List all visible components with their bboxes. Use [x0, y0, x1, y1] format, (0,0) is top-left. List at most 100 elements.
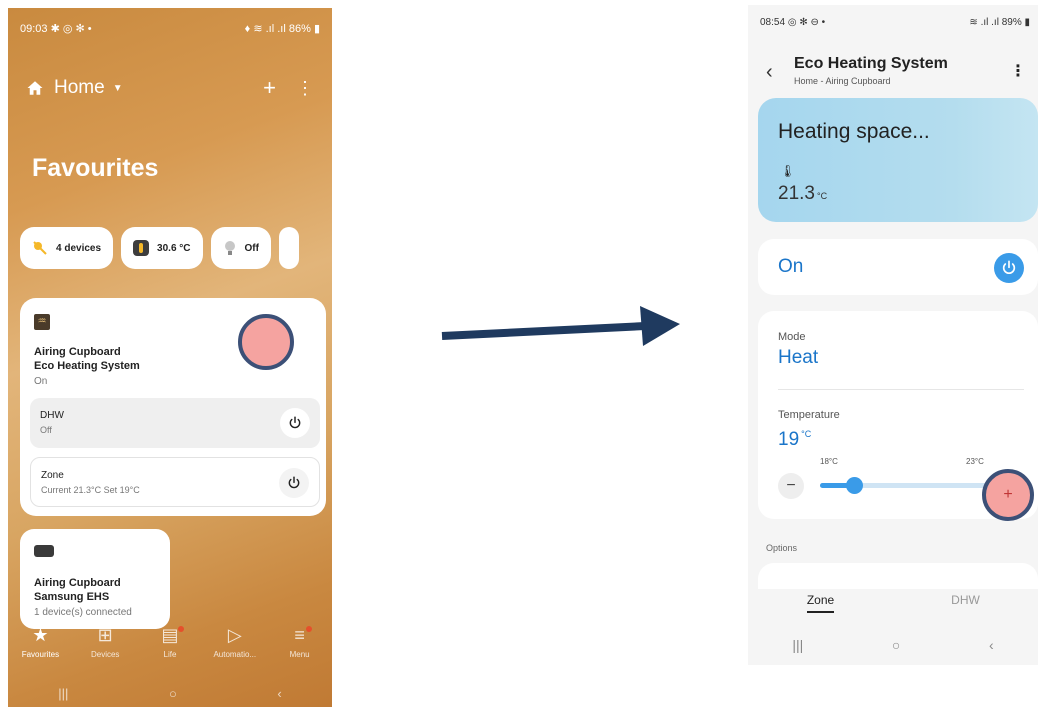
- chip-overflow[interactable]: [278, 227, 299, 269]
- current-temperature: 21.3 °C: [778, 183, 827, 205]
- summary-chips: 4 devices 30.6 °C Off: [20, 227, 299, 269]
- row-subtitle: Current 21.3°C Set 19°C: [41, 485, 140, 495]
- status-time: 08:54: [760, 17, 786, 28]
- chip-devices[interactable]: 4 devices: [20, 227, 114, 269]
- tab-label: DHW: [951, 593, 980, 607]
- setpoint-value: 19 °C: [778, 429, 811, 451]
- cloud-sun-icon: [33, 241, 47, 255]
- back-arrow-icon[interactable]: ‹: [766, 61, 773, 84]
- row-title: DHW: [40, 410, 64, 421]
- nav-automations[interactable]: ▷ Automatio...: [202, 624, 267, 674]
- add-button[interactable]: +: [263, 75, 276, 101]
- chevron-down-icon[interactable]: ▼: [113, 83, 123, 94]
- more-options-icon[interactable]: ⋮: [296, 78, 314, 99]
- divider: [778, 389, 1024, 390]
- power-icon: [1002, 260, 1016, 275]
- nav-life[interactable]: ▤ Life: [138, 624, 203, 674]
- device-card-samsung-ehs[interactable]: Airing Cupboard Samsung EHS 1 device(s) …: [20, 529, 170, 629]
- power-card: On: [758, 239, 1038, 295]
- card-room: Airing Cupboard: [34, 577, 121, 589]
- nav-label: Automatio...: [213, 650, 257, 659]
- nav-label: Life: [163, 650, 177, 659]
- status-bar: 08:54 ◎ ✻ ⊖ • ≋ .ıl .ıl 89% ▮: [760, 17, 1030, 28]
- power-icon: [289, 416, 301, 429]
- nav-favourites[interactable]: ★ Favourites: [8, 624, 73, 674]
- home-button[interactable]: ○: [892, 637, 900, 653]
- nav-label: Devices: [90, 650, 120, 659]
- nav-label: Favourites: [21, 650, 60, 659]
- hero-title: Heating space...: [778, 120, 930, 143]
- back-button[interactable]: ‹: [277, 686, 281, 701]
- card-status: 1 device(s) connected: [34, 607, 132, 618]
- temp-unit: °C: [816, 191, 828, 201]
- signal-icons: ♦ ≋ .ıl .ıl: [244, 23, 286, 35]
- device-location: Home - Airing Cupboard: [794, 76, 891, 86]
- tab-label: Zone: [806, 593, 835, 613]
- range-max-label: 23°C: [966, 457, 984, 466]
- mode-label: Mode: [778, 331, 806, 343]
- home-icon: [27, 81, 43, 95]
- recents-button[interactable]: |||: [58, 686, 68, 701]
- status-icons: ◎ ✻ ⊖ •: [787, 17, 826, 28]
- status-icons: ✱ ◎ ✻ •: [50, 23, 92, 35]
- thermometer-icon: 🌡: [780, 164, 796, 178]
- page-title: Favourites: [32, 154, 159, 182]
- play-icon: ▷: [227, 625, 242, 645]
- home-button[interactable]: ○: [169, 686, 177, 701]
- subdevice-row-dhw[interactable]: DHW Off: [30, 398, 320, 448]
- notification-dot: [305, 626, 312, 632]
- nav-devices[interactable]: ⊞ Devices: [73, 624, 138, 674]
- device-title: Eco Heating System: [794, 55, 948, 72]
- power-button[interactable]: [280, 408, 310, 438]
- right-phone-screen: 08:54 ◎ ✻ ⊖ • ≋ .ıl .ıl 89% ▮ ‹ Eco Heat…: [748, 5, 1038, 665]
- battery-percent: 89%: [1001, 17, 1022, 28]
- tab-zone[interactable]: Zone: [748, 589, 893, 623]
- increase-temperature-button[interactable]: +: [982, 469, 1034, 521]
- status-time: 09:03: [20, 23, 48, 35]
- heating-device-icon: ♒: [34, 314, 50, 330]
- card-device-name: Samsung EHS: [34, 591, 110, 603]
- grid-icon: ⊞: [97, 625, 113, 645]
- setpoint-unit: °C: [801, 429, 812, 439]
- mode-value[interactable]: Heat: [778, 347, 818, 369]
- status-hero-card: Heating space... 🌡 21.3 °C: [758, 98, 1038, 222]
- chip-label: Off: [244, 242, 259, 254]
- status-left: 09:03 ✱ ◎ ✻ •: [20, 22, 92, 35]
- range-min-label: 18°C: [820, 457, 838, 466]
- back-button[interactable]: ‹: [989, 637, 994, 653]
- chip-label: 4 devices: [56, 242, 102, 254]
- home-selector[interactable]: Home: [54, 77, 105, 99]
- options-label: Options: [766, 543, 798, 553]
- chip-label: 30.6 °C: [157, 242, 191, 254]
- power-toggle-button[interactable]: [994, 253, 1024, 283]
- life-icon: ▤: [161, 625, 179, 645]
- slider-thumb[interactable]: [846, 477, 863, 494]
- bulb-icon: [224, 241, 235, 255]
- status-right: ♦ ≋ .ıl .ıl 86% ▮: [244, 23, 320, 35]
- tab-dhw[interactable]: DHW: [893, 589, 1038, 623]
- device-card-eco-heating[interactable]: ♒ Airing Cupboard Eco Heating System On …: [20, 298, 326, 516]
- nav-menu[interactable]: ≡ Menu: [267, 624, 332, 674]
- power-button[interactable]: [279, 468, 309, 498]
- thermometer-icon: [133, 240, 150, 256]
- more-options-icon[interactable]: ⋮: [1010, 61, 1026, 81]
- power-icon: [288, 476, 300, 489]
- tap-highlight-marker[interactable]: [238, 314, 294, 370]
- mode-temperature-card: Mode Heat Temperature 19 °C − 18°C 23°C +: [758, 311, 1038, 521]
- menu-icon: ≡: [294, 625, 305, 645]
- signal-icons: ≋ .ıl .ıl: [969, 17, 999, 28]
- comparison-stage: 09:03 ✱ ◎ ✻ • ♦ ≋ .ıl .ıl 86% ▮ Home ▼ +…: [0, 0, 1038, 707]
- decrease-temperature-button[interactable]: −: [778, 473, 804, 499]
- recents-button[interactable]: |||: [792, 637, 803, 653]
- subdevice-row-zone[interactable]: Zone Current 21.3°C Set 19°C: [30, 457, 320, 507]
- card-state: On: [34, 376, 48, 387]
- app-header: Home ▼ + ⋮: [26, 74, 314, 102]
- chip-temperature[interactable]: 30.6 °C: [121, 227, 203, 269]
- transition-arrow-icon: [441, 306, 680, 346]
- status-bar: 09:03 ✱ ◎ ✻ • ♦ ≋ .ıl .ıl 86% ▮: [20, 22, 320, 35]
- card-room: Airing Cupboard: [34, 346, 121, 358]
- system-nav-bar: ||| ○ ‹: [748, 637, 1038, 653]
- chip-lights[interactable]: Off: [210, 227, 271, 269]
- status-left: 08:54 ◎ ✻ ⊖ •: [760, 17, 825, 28]
- row-subtitle: Off: [40, 425, 52, 435]
